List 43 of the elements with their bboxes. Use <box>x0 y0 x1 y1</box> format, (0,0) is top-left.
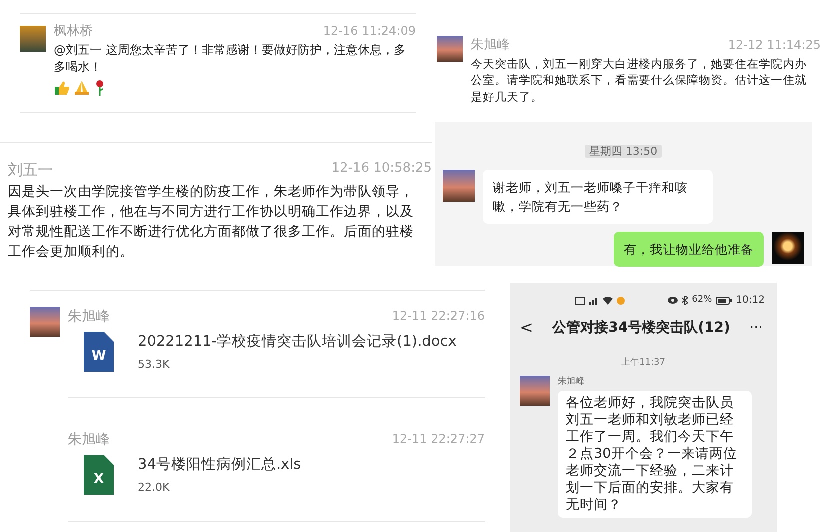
comment-text: 因是头一次由学院接管学生楼的防疫工作，朱老师作为带队领导，具体到驻楼工作，他在与不同方进行工作协以明确工作边界，以及对常规性配送工作不断进行优化方面都做了很多工作。后面的驻楼工作会更加顺利的。 <box>7 182 415 262</box>
back-button[interactable]: < <box>520 316 534 340</box>
author-name: 朱旭峰 <box>68 431 110 450</box>
clock: 10:12 <box>736 294 765 308</box>
author-name: 朱旭峰 <box>558 376 586 389</box>
author-name: 朱旭峰 <box>68 308 110 327</box>
message-bubble: 有，我让物业给他准备 <box>614 232 764 267</box>
author-name: 朱旭峰 <box>471 37 510 55</box>
chat-title: 公管对接34号楼突击队(12) <box>552 318 730 338</box>
notification-icon <box>617 296 625 304</box>
avatar-photo <box>437 36 463 62</box>
timestamp: 12-16 10:58:25 <box>332 160 432 178</box>
author-name: 刘五一 <box>8 160 53 181</box>
file-name[interactable]: 20221211-学校疫情突击队培训会记录(1).docx <box>138 332 457 354</box>
avatar-photo <box>30 307 60 337</box>
eye-icon <box>668 297 678 304</box>
time-divider: 上午11:37 <box>622 358 666 368</box>
message-bubble: 谢老师，刘五一老师嗓子干痒和咳嗽，学院有无一些药？ <box>483 170 713 224</box>
wifi-icon <box>603 296 613 305</box>
author-name: 枫林桥 <box>54 23 93 41</box>
message-bubble: 各位老师好，我院突击队员刘五一老师和刘敏老师已经工作了一周。我们今天下午２点30开个会？一来请两位老师交流一下经验，二来计划一下后面的安排。大家有无时间？ <box>558 390 752 518</box>
timestamp: 12-16 11:24:09 <box>323 23 416 40</box>
file-icon: W <box>84 332 114 372</box>
signal-icon <box>589 296 599 305</box>
battery-percent: 62% <box>692 294 712 307</box>
more-button[interactable]: ··· <box>750 318 763 338</box>
avatar-photo <box>443 170 475 202</box>
file-size: 22.0K <box>138 480 171 496</box>
comment-text: @刘五一 这周您太辛苦了！非常感谢！要做好防护，注意休息，多多喝水！ <box>54 42 407 76</box>
rose-icon <box>94 80 106 96</box>
thumbs-up-icon <box>54 80 70 96</box>
avatar-photo <box>20 26 46 52</box>
file-icon: X <box>84 455 114 496</box>
battery-icon <box>716 296 732 304</box>
timestamp: 12-12 11:14:25 <box>728 37 821 54</box>
file-size: 53.3K <box>138 356 171 373</box>
avatar-photo <box>772 232 804 264</box>
bluetooth-icon <box>682 296 688 305</box>
timestamp: 12-11 22:27:27 <box>392 431 485 448</box>
avatar-photo <box>520 376 550 406</box>
comment-text: 今天突击队，刘五一刚穿大白进楼内服务了，她要住在学院内办公室。请学院和她联系下，看需要什么保障物资。估计这一住就是好几天了。 <box>471 56 808 105</box>
timestamp: 12-11 22:27:16 <box>392 308 485 325</box>
file-name[interactable]: 34号楼阳性病例汇总.xls <box>138 455 302 477</box>
